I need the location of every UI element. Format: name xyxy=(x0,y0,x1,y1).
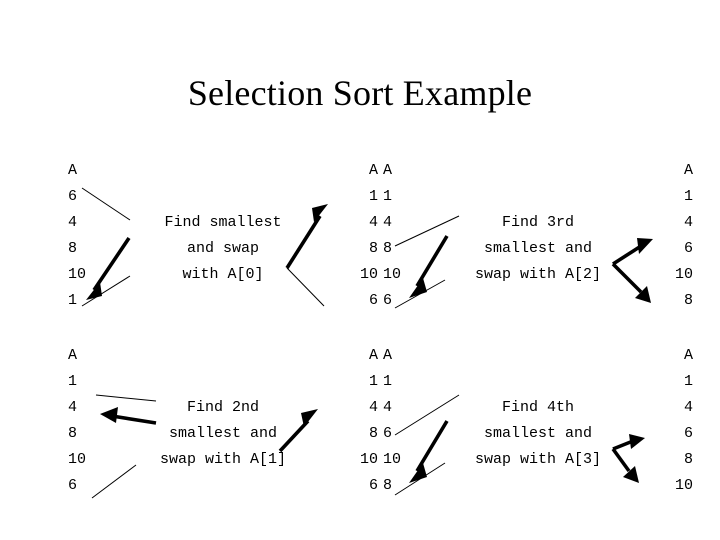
array-header: A xyxy=(683,347,693,364)
array-cell: 10 xyxy=(674,266,693,283)
array-header: A xyxy=(68,347,78,364)
array-cell: 10 xyxy=(674,477,693,494)
array-header: A xyxy=(368,162,378,179)
caption-line: Find 3rd xyxy=(501,214,574,231)
array-header: A xyxy=(683,162,693,179)
array-cell: 6 xyxy=(383,292,393,309)
array-header: A xyxy=(383,347,393,364)
array-cell: 1 xyxy=(683,373,693,390)
array-cell: 10 xyxy=(359,451,378,468)
array-cell: 8 xyxy=(368,240,378,257)
array-cell: 4 xyxy=(68,399,78,416)
caption-step-4: Find 4th smallest and swap with A[3] xyxy=(431,395,645,473)
caption-line: smallest and xyxy=(483,425,593,442)
array-cell: 8 xyxy=(68,425,78,442)
array-cell: 4 xyxy=(368,214,378,231)
array-cell: 8 xyxy=(683,451,693,468)
array-cell: 4 xyxy=(368,399,378,416)
caption-line: smallest and xyxy=(483,240,593,257)
array-cell: 8 xyxy=(683,292,693,309)
array-cell: 1 xyxy=(368,373,378,390)
slide-canvas: Selection Sort Example A 6 4 8 10 1 A 1 … xyxy=(0,0,720,540)
array-cell: 6 xyxy=(683,425,693,442)
array-cell: 8 xyxy=(383,477,393,494)
caption-line: and swap xyxy=(186,240,259,257)
panel-step-3: A 1 4 8 10 6 A 1 4 6 10 8 Find 3rd small… xyxy=(383,158,693,318)
array-cell: 10 xyxy=(68,266,87,283)
array-cell: 6 xyxy=(683,240,693,257)
caption-step-1: Find smallest and swap with A[0] xyxy=(116,210,330,288)
array-cell: 10 xyxy=(383,266,402,283)
array-after-step-1: A 1 4 8 10 6 xyxy=(332,158,378,314)
panel-step-2: A 1 4 8 10 6 A 1 4 8 10 6 Find 2nd small… xyxy=(68,343,378,503)
array-cell: 6 xyxy=(383,425,393,442)
array-cell: 8 xyxy=(368,425,378,442)
caption-line: with A[0] xyxy=(182,266,264,283)
caption-line: swap with A[1] xyxy=(159,451,287,468)
array-cell: 1 xyxy=(68,292,78,309)
array-header: A xyxy=(368,347,378,364)
array-cell: 10 xyxy=(383,451,402,468)
array-after-step-3: A 1 4 6 10 8 xyxy=(647,158,693,314)
array-cell: 1 xyxy=(368,188,378,205)
caption-line: Find 4th xyxy=(501,399,574,416)
array-header: A xyxy=(383,162,393,179)
caption-line: swap with A[2] xyxy=(474,266,602,283)
array-cell: 1 xyxy=(383,373,393,390)
array-cell: 4 xyxy=(383,399,393,416)
array-after-step-4: A 1 4 6 8 10 xyxy=(647,343,693,499)
array-after-step-2: A 1 4 8 10 6 xyxy=(332,343,378,499)
caption-line: Find smallest xyxy=(164,214,282,231)
caption-line: Find 2nd xyxy=(186,399,259,416)
page-title: Selection Sort Example xyxy=(187,73,533,113)
array-cell: 1 xyxy=(383,188,393,205)
caption-line: smallest and xyxy=(168,425,278,442)
panel-step-4: A 1 4 6 10 8 A 1 4 6 8 10 Find 4th small… xyxy=(383,343,693,503)
caption-step-2: Find 2nd smallest and swap with A[1] xyxy=(116,395,330,473)
array-before-step-4: A 1 4 6 10 8 xyxy=(383,343,429,499)
array-cell: 8 xyxy=(68,240,78,257)
array-cell: 4 xyxy=(683,399,693,416)
caption-line: swap with A[3] xyxy=(474,451,602,468)
array-cell: 4 xyxy=(683,214,693,231)
array-cell: 6 xyxy=(68,188,78,205)
array-before-step-1: A 6 4 8 10 1 xyxy=(68,158,114,314)
array-cell: 4 xyxy=(68,214,78,231)
panel-step-1: A 6 4 8 10 1 A 1 4 8 10 6 Find smallest … xyxy=(68,158,378,318)
array-before-step-2: A 1 4 8 10 6 xyxy=(68,343,114,499)
array-header: A xyxy=(68,162,78,179)
array-cell: 4 xyxy=(383,214,393,231)
array-cell: 6 xyxy=(368,292,378,309)
array-cell: 10 xyxy=(359,266,378,283)
array-cell: 6 xyxy=(68,477,78,494)
array-before-step-3: A 1 4 8 10 6 xyxy=(383,158,429,314)
array-cell: 8 xyxy=(383,240,393,257)
array-cell: 1 xyxy=(683,188,693,205)
array-cell: 6 xyxy=(368,477,378,494)
array-cell: 10 xyxy=(68,451,87,468)
array-cell: 1 xyxy=(68,373,78,390)
caption-step-3: Find 3rd smallest and swap with A[2] xyxy=(431,210,645,288)
